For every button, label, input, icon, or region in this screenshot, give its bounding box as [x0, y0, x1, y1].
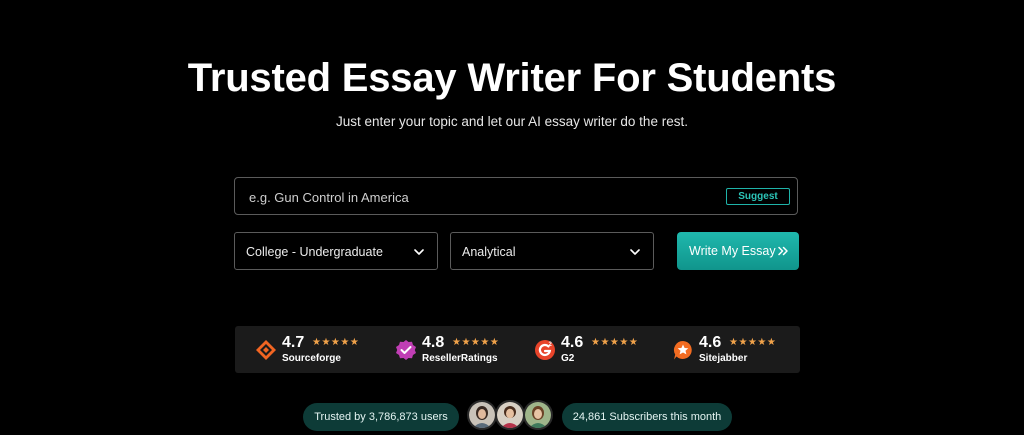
- write-my-essay-button[interactable]: Write My Essay: [677, 232, 799, 270]
- g2-icon: 2: [535, 340, 555, 360]
- chevron-down-icon: [414, 249, 424, 255]
- user-avatars: [467, 400, 557, 433]
- academic-level-select[interactable]: College - Undergraduate: [234, 232, 438, 270]
- ratings-bar: 4.7 ★★★★★ Sourceforge 4.8 ★★★★★ Reseller…: [235, 326, 800, 373]
- avatar: [495, 400, 525, 430]
- write-my-essay-label: Write My Essay: [689, 244, 776, 258]
- rating-score: 4.6: [561, 334, 584, 351]
- user-avatar-image: [497, 402, 523, 428]
- user-avatar-image: [525, 402, 551, 428]
- topic-input[interactable]: [247, 178, 721, 216]
- user-avatar-image: [469, 402, 495, 428]
- rating-stars: ★★★★★: [729, 337, 777, 348]
- sitejabber-icon: [673, 341, 692, 360]
- rating-source-name: Sourceforge: [282, 353, 341, 364]
- rating-source-name: ResellerRatings: [422, 353, 498, 364]
- rating-stars: ★★★★★: [591, 337, 639, 348]
- rating-source-name: G2: [561, 353, 575, 364]
- page-subtitle: Just enter your topic and let our AI ess…: [336, 114, 688, 129]
- page: Trusted Essay Writer For Students Just e…: [0, 0, 1024, 435]
- suggest-button[interactable]: Suggest: [726, 188, 790, 205]
- page-title: Trusted Essay Writer For Students: [187, 56, 837, 100]
- chevron-down-icon: [630, 249, 640, 255]
- essay-type-select[interactable]: Analytical: [450, 232, 654, 270]
- sourceforge-icon: [256, 340, 276, 360]
- academic-level-value: College - Undergraduate: [246, 245, 383, 259]
- rating-source-name: Sitejabber: [699, 353, 748, 364]
- rating-stars: ★★★★★: [312, 337, 360, 348]
- avatar: [523, 400, 553, 430]
- resellerratings-icon: [396, 340, 416, 360]
- rating-score: 4.7: [282, 334, 305, 351]
- rating-stars: ★★★★★: [452, 337, 500, 348]
- subscribers-badge: 24,861 Subscribers this month: [562, 403, 732, 431]
- essay-type-value: Analytical: [462, 245, 516, 259]
- avatar: [467, 400, 497, 430]
- rating-score: 4.6: [699, 334, 722, 351]
- double-chevron-right-icon: [778, 246, 788, 256]
- topic-field: Suggest: [234, 177, 798, 216]
- rating-score: 4.8: [422, 334, 445, 351]
- trusted-users-badge: Trusted by 3,786,873 users: [303, 403, 459, 431]
